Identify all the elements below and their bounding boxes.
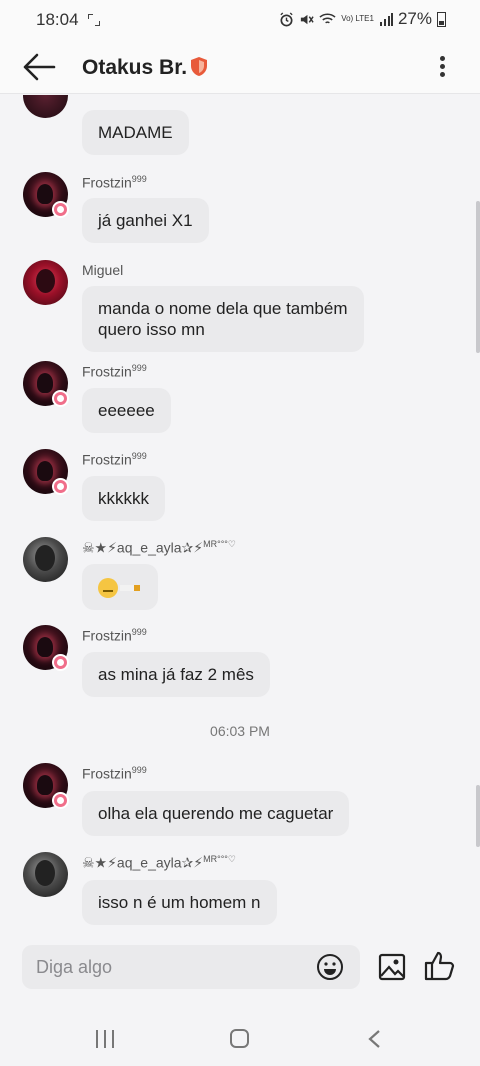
sender-label: Frostzin [82, 174, 132, 191]
sender-name: Frostzin999 [82, 174, 147, 191]
nav-back-icon[interactable] [366, 1029, 382, 1049]
badge-icon [52, 792, 69, 809]
sender-label: Frostzin [82, 627, 132, 644]
message-bubble[interactable]: já ganhei X1 [82, 198, 209, 243]
message-input[interactable] [36, 955, 306, 979]
battery-icon [437, 11, 446, 27]
sender-name: ☠★⚡aq_e_ayla✰⚡MR°°°♡ [82, 854, 236, 872]
alarm-icon [280, 11, 293, 26]
message-bubble[interactable]: MADAME [82, 110, 189, 155]
sender-suffix: 999 [131, 174, 147, 184]
shield-icon [191, 57, 207, 76]
avatar[interactable] [23, 852, 68, 897]
home-icon[interactable] [230, 1029, 249, 1048]
sender-suffix: 999 [131, 765, 147, 775]
scrollbar-thumb[interactable] [476, 785, 480, 847]
sender-suffix: 999 [131, 451, 147, 461]
message-bubble[interactable]: as mina já faz 2 mês [82, 652, 270, 697]
status-icons: Vo) LTE1 27% [279, 9, 446, 29]
back-arrow-icon[interactable] [22, 52, 56, 82]
message-text-line: quero isso mn [98, 320, 205, 339]
recent-apps-icon[interactable] [96, 1030, 116, 1048]
mute-icon [301, 14, 314, 24]
message-text: olha ela querendo me caguetar [98, 804, 334, 823]
smoking-face-emoji-icon [98, 577, 118, 598]
chat-header: Otakus Br. [0, 40, 480, 94]
message-bubble[interactable]: eeeeee [82, 388, 171, 433]
message-text: MADAME [98, 123, 173, 142]
more-options-icon[interactable] [434, 53, 450, 83]
sender-label: ☠★⚡aq_e_ayla✰⚡ [82, 854, 204, 871]
sender-label: Frostzin [82, 451, 132, 468]
message-bubble[interactable]: olha ela querendo me caguetar [82, 791, 350, 836]
battery-percent: 27% [397, 9, 432, 28]
message-bubble[interactable]: isso n é um homem n [82, 880, 277, 925]
sender-suffix: MR°°°♡ [203, 854, 236, 864]
sender-label: Frostzin [82, 765, 132, 782]
cigarette-emoji-icon [120, 584, 140, 591]
side-handle[interactable] [476, 201, 480, 353]
message-text: kkkkkk [98, 489, 149, 508]
timestamp: 06:03 PM [210, 723, 270, 739]
sender-name: Miguel [82, 262, 123, 278]
sender-name: ☠★⚡aq_e_ayla✰⚡MR°°°♡ [82, 539, 236, 557]
status-time: 18:04 [36, 10, 79, 29]
badge-icon [52, 478, 69, 495]
message-text: as mina já faz 2 mês [98, 665, 254, 684]
sender-name: Frostzin999 [82, 765, 147, 782]
message-bubble[interactable] [82, 564, 158, 610]
sender-name: Frostzin999 [82, 627, 147, 644]
avatar[interactable] [23, 260, 68, 305]
avatar[interactable] [23, 95, 68, 118]
sender-label: ☠★⚡aq_e_ayla✰⚡ [82, 539, 204, 556]
system-nav-bar [0, 1008, 480, 1066]
status-bar: 18:04 Vo) LTE1 27% [0, 0, 480, 40]
thumbs-up-icon[interactable] [424, 950, 456, 982]
badge-icon [52, 201, 69, 218]
badge-icon [52, 654, 69, 671]
sender-suffix: MR°°°♡ [203, 539, 236, 549]
screen-record-icon [88, 14, 100, 26]
message-composer [22, 945, 360, 989]
message-text-line: manda o nome dela que também [98, 299, 348, 318]
wifi-icon [319, 13, 336, 24]
avatar[interactable] [23, 537, 68, 582]
page-title[interactable]: Otakus Br. [82, 56, 187, 80]
message-text: isso n é um homem n [98, 893, 261, 912]
message-text: eeeeee [98, 401, 155, 420]
badge-icon [52, 390, 69, 407]
message-bubble[interactable]: manda o nome dela que também quero isso … [82, 286, 364, 352]
network-label: Vo) LTE1 [341, 14, 374, 23]
signal-icon [379, 13, 393, 26]
sender-name: Frostzin999 [82, 451, 147, 468]
image-icon[interactable] [378, 953, 406, 981]
chat-messages[interactable]: MADAME Frostzin999 já ganhei X1 Miguel m… [0, 95, 480, 933]
sender-name: Frostzin999 [82, 363, 147, 380]
message-bubble[interactable]: kkkkkk [82, 476, 165, 521]
sender-suffix: 999 [131, 627, 147, 637]
sender-label: Miguel [82, 262, 124, 278]
sender-label: Frostzin [82, 363, 132, 380]
sender-suffix: 999 [131, 363, 147, 373]
emoji-icon[interactable] [316, 953, 344, 981]
message-text: já ganhei X1 [98, 211, 193, 230]
